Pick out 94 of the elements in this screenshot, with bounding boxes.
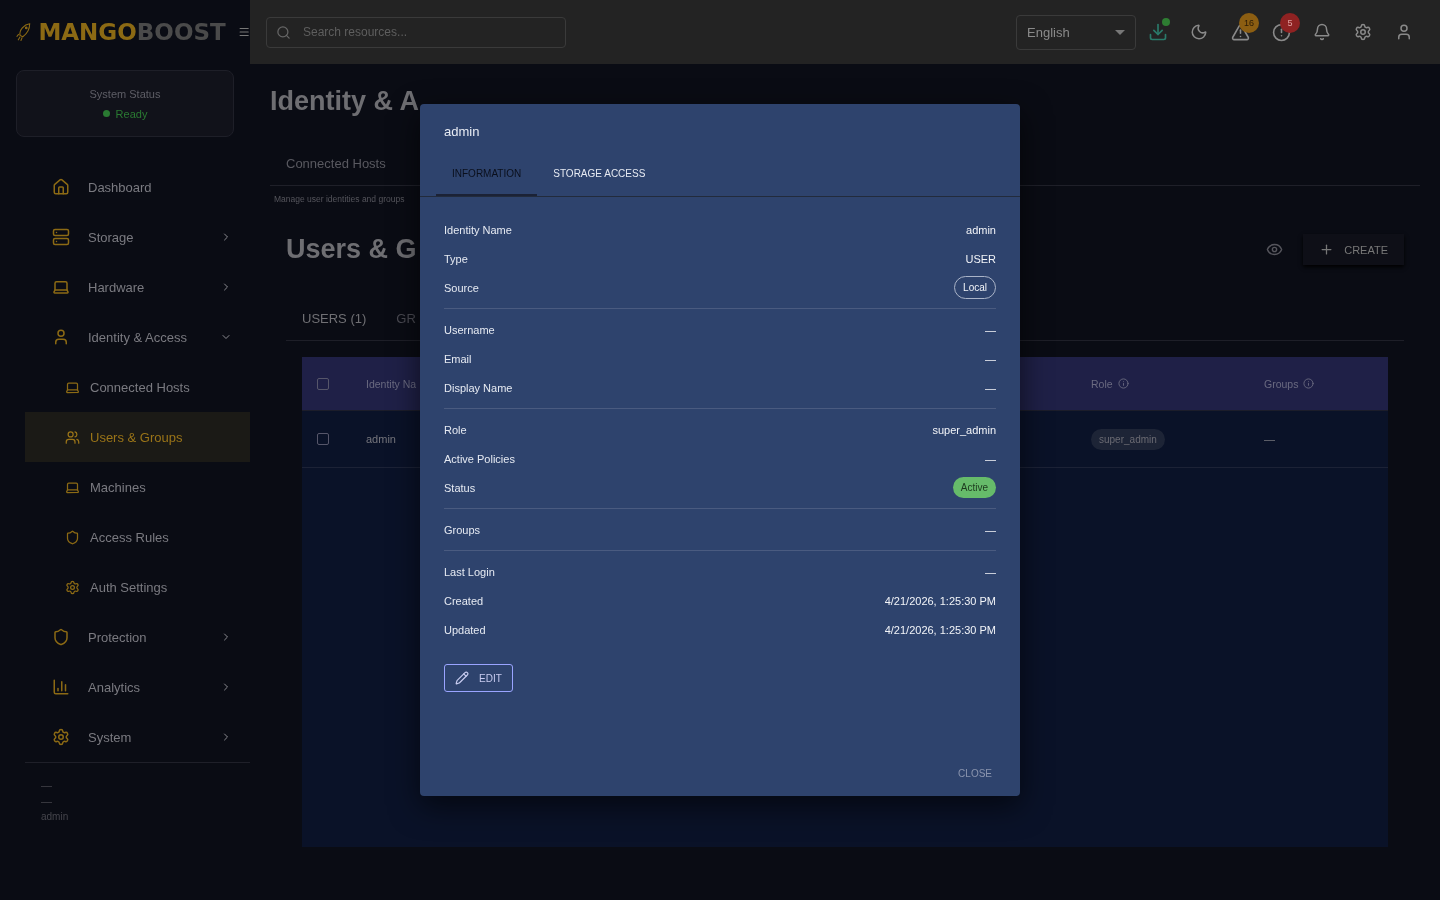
column-header: Groups [1264,377,1315,390]
status-dot [102,110,110,117]
field-label: Source [444,281,479,294]
settings-icon [1354,23,1372,41]
brand-name-suffix: BOOST [136,19,226,45]
field-value: — [985,352,996,365]
gear-icon [52,728,70,746]
sidebar-item[interactable]: Connected Hosts [25,362,250,412]
bell-icon [1313,23,1331,41]
field-value: — [985,452,996,465]
sidebar-item[interactable]: Protection [25,612,250,662]
info-icon [1117,378,1129,389]
table-cell: admin [366,433,396,445]
field-value: USER [965,252,996,265]
field-value: 4/21/2026, 1:25:30 PM [884,594,996,607]
pencil-icon [455,671,469,685]
sidebar-item[interactable]: Auth Settings [25,562,250,612]
status-chip: Active [952,477,996,498]
sidebar-item[interactable]: Storage [25,212,250,262]
field-label: Username [444,323,495,336]
sidebar-item[interactable]: System [25,712,250,762]
error-badge: 5 [1280,13,1300,33]
status-text: Ready [115,107,148,120]
field-value: — [985,523,996,536]
shield-icon [65,529,80,545]
sidebar-item[interactable]: Hardware [25,262,250,312]
gear-icon [65,579,80,595]
eye-icon[interactable] [1266,241,1284,258]
select-all-checkbox[interactable] [317,377,329,390]
role-chip: super_admin [1091,428,1165,450]
field-label: Display Name [444,381,513,394]
field-label: Email [444,352,472,365]
column-header: Role [1091,377,1129,390]
moon-icon [1190,23,1208,41]
person-icon [52,328,70,346]
field-label: Status [444,481,476,494]
caret-icon [1115,29,1125,35]
field-label: Active Policies [444,452,515,465]
download-icon [1148,22,1168,42]
dialog-tab[interactable]: STORAGE ACCESS [537,168,662,196]
page-title: Identity & A [270,86,419,118]
laptop-icon [52,278,70,296]
column-header: Identity Na [366,377,417,390]
home-icon [52,178,70,196]
edit-button[interactable]: EDIT [444,664,513,692]
footer-text: — [41,795,53,807]
field-value: admin [966,223,996,236]
sidebar-item[interactable]: Analytics [25,662,250,712]
laptop-icon [65,379,80,395]
sidebar-item[interactable]: Dashboard [25,162,250,212]
storage-icon [52,228,70,246]
language-select[interactable]: English [1016,14,1136,50]
sidebar-item[interactable]: Machines [25,462,250,512]
field-value: super_admin [932,423,996,436]
brand-name: MANGO [38,19,137,45]
field-value: 4/21/2026, 1:25:30 PM [884,623,996,636]
people-icon [65,429,80,445]
row-checkbox[interactable] [317,433,329,445]
info-icon [1303,378,1315,389]
page-tab[interactable]: Connected Hosts [270,156,402,185]
field-label: Groups [444,523,481,536]
field-label: Last Login [444,565,495,578]
field-label: Type [444,252,468,265]
create-button[interactable]: CREATE [1303,234,1404,265]
section-title: Users & G [286,234,417,265]
field-label: Role [444,423,467,436]
field-label: Updated [444,623,486,636]
table-cell: — [1264,433,1275,445]
error-button[interactable]: 5 [1261,12,1301,52]
alert-icon [1271,22,1291,42]
dialog-title: admin [443,123,481,139]
field-label: Created [444,594,484,607]
users-groups-tab[interactable]: USERS (1) [286,311,381,340]
plus-icon [1319,242,1335,257]
page-description: Manage user identities and groups [273,193,406,204]
status-title: System Status [89,87,161,100]
sidebar-item[interactable]: Access Rules [25,512,250,562]
field-value: — [985,323,996,336]
online-dot [1162,18,1170,26]
laptop-icon [65,479,80,495]
field-value: — [985,381,996,394]
chart-icon [52,678,70,696]
sidebar-item[interactable]: Identity & Access [25,312,250,362]
shield-icon [52,628,70,646]
warning-badge: 16 [1239,13,1259,33]
search-field[interactable]: Search resources... [266,16,566,48]
field-label: Identity Name [444,223,512,236]
sidebar-item[interactable]: Users & Groups [25,412,250,462]
field-value: — [985,565,996,578]
user-icon [1395,23,1413,41]
footer-text: — [41,779,53,791]
close-button[interactable]: CLOSE [952,767,998,780]
search-icon [276,24,291,40]
warning-button[interactable]: 16 [1220,12,1260,52]
